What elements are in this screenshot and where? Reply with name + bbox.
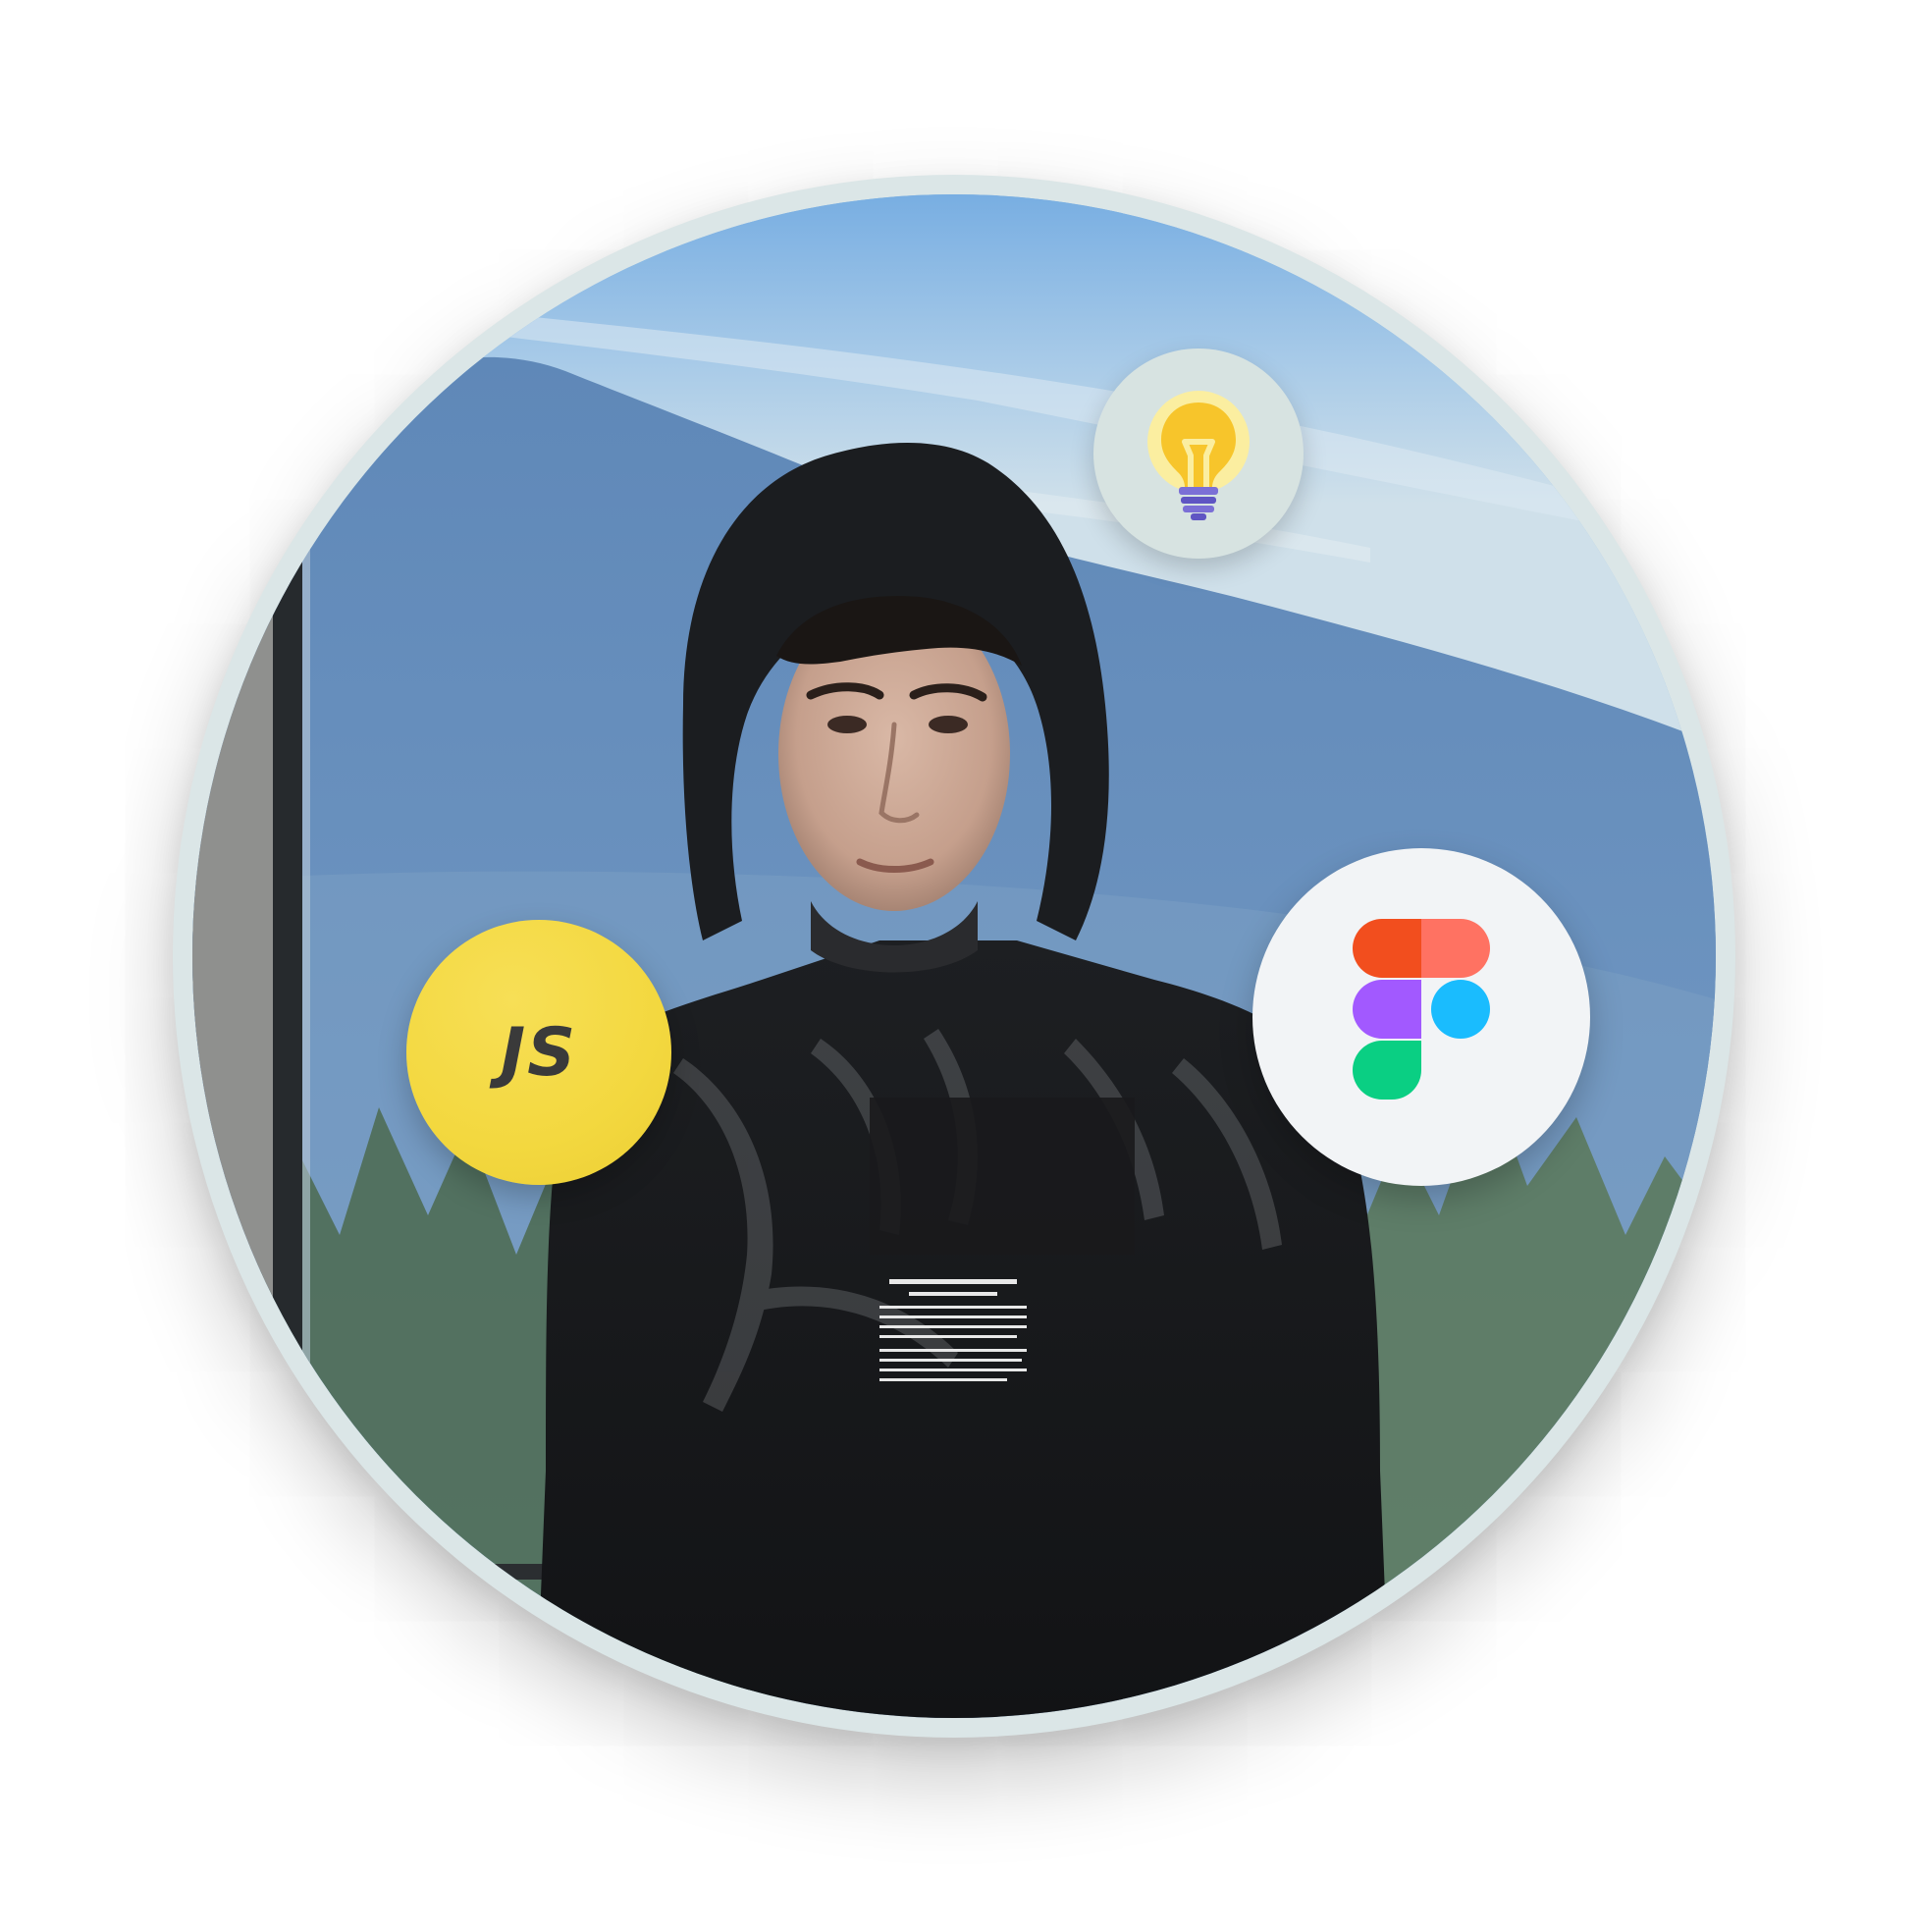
lightbulb-icon (1147, 391, 1250, 520)
idea-badge (1093, 349, 1304, 559)
javascript-badge: JS (406, 920, 671, 1185)
figma-badge (1252, 848, 1590, 1186)
javascript-icon: JS (500, 1013, 578, 1092)
figma-icon (1353, 919, 1490, 1100)
avatar-stage: JS (0, 0, 1917, 1932)
